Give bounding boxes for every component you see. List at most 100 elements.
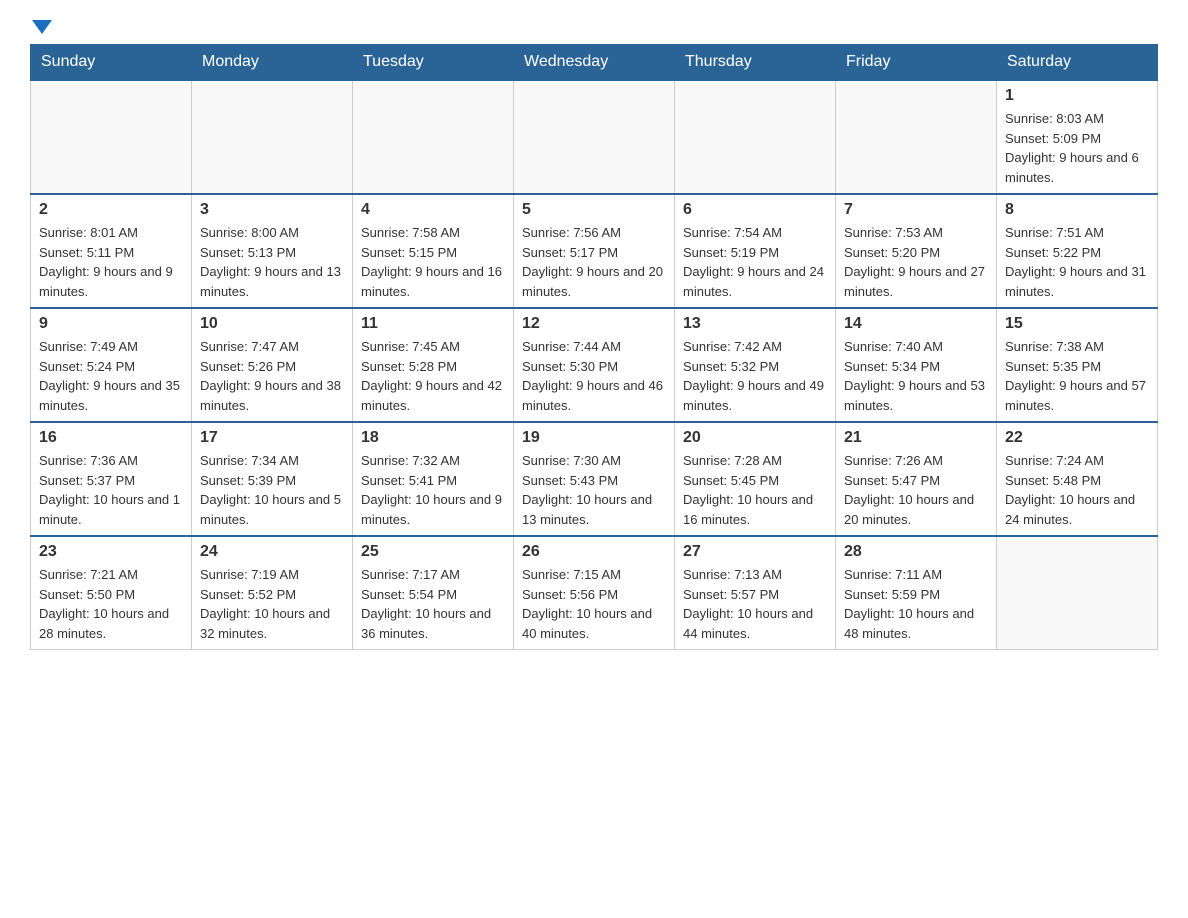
calendar-cell: 27 Sunrise: 7:13 AM Sunset: 5:57 PM Dayli…	[675, 536, 836, 650]
calendar-cell: 9 Sunrise: 7:49 AM Sunset: 5:24 PM Daylig…	[31, 308, 192, 422]
day-number: 18	[361, 429, 505, 447]
calendar-cell	[192, 80, 353, 194]
week-row-3: 9 Sunrise: 7:49 AM Sunset: 5:24 PM Daylig…	[31, 308, 1158, 422]
day-number: 6	[683, 201, 827, 219]
calendar-cell: 24 Sunrise: 7:19 AM Sunset: 5:52 PM Dayli…	[192, 536, 353, 650]
day-number: 11	[361, 315, 505, 333]
calendar-cell: 4 Sunrise: 7:58 AM Sunset: 5:15 PM Daylig…	[353, 194, 514, 308]
logo	[30, 20, 52, 34]
calendar-cell: 2Sunrise: 8:01 AM Sunset: 5:11 PM Daylig…	[31, 194, 192, 308]
day-info: Sunrise: 7:17 AM Sunset: 5:54 PM Dayligh…	[361, 565, 505, 643]
day-number: 12	[522, 315, 666, 333]
day-info: Sunrise: 7:36 AM Sunset: 5:37 PM Dayligh…	[39, 451, 183, 529]
day-info: Sunrise: 7:47 AM Sunset: 5:26 PM Dayligh…	[200, 337, 344, 415]
day-info: Sunrise: 7:49 AM Sunset: 5:24 PM Dayligh…	[39, 337, 183, 415]
calendar: SundayMondayTuesdayWednesdayThursdayFrid…	[30, 44, 1158, 650]
calendar-cell	[353, 80, 514, 194]
day-info: Sunrise: 7:13 AM Sunset: 5:57 PM Dayligh…	[683, 565, 827, 643]
day-info: Sunrise: 7:58 AM Sunset: 5:15 PM Dayligh…	[361, 223, 505, 301]
calendar-cell: 14 Sunrise: 7:40 AM Sunset: 5:34 PM Dayli…	[836, 308, 997, 422]
calendar-cell: 26 Sunrise: 7:15 AM Sunset: 5:56 PM Dayli…	[514, 536, 675, 650]
day-info: Sunrise: 8:01 AM Sunset: 5:11 PM Dayligh…	[39, 223, 183, 301]
day-number: 28	[844, 543, 988, 561]
day-info: Sunrise: 7:53 AM Sunset: 5:20 PM Dayligh…	[844, 223, 988, 301]
day-number: 22	[1005, 429, 1149, 447]
day-number: 3	[200, 201, 344, 219]
day-number: 10	[200, 315, 344, 333]
calendar-cell: 13Sunrise: 7:42 AM Sunset: 5:32 PM Dayli…	[675, 308, 836, 422]
day-number: 19	[522, 429, 666, 447]
day-info: Sunrise: 7:19 AM Sunset: 5:52 PM Dayligh…	[200, 565, 344, 643]
day-info: Sunrise: 8:03 AM Sunset: 5:09 PM Dayligh…	[1005, 109, 1149, 187]
calendar-cell: 21 Sunrise: 7:26 AM Sunset: 5:47 PM Dayli…	[836, 422, 997, 536]
day-info: Sunrise: 7:38 AM Sunset: 5:35 PM Dayligh…	[1005, 337, 1149, 415]
calendar-cell: 15 Sunrise: 7:38 AM Sunset: 5:35 PM Dayli…	[997, 308, 1158, 422]
weekday-header-monday: Monday	[192, 45, 353, 81]
calendar-cell	[31, 80, 192, 194]
day-number: 21	[844, 429, 988, 447]
day-number: 17	[200, 429, 344, 447]
day-info: Sunrise: 7:21 AM Sunset: 5:50 PM Dayligh…	[39, 565, 183, 643]
day-info: Sunrise: 7:51 AM Sunset: 5:22 PM Dayligh…	[1005, 223, 1149, 301]
day-number: 20	[683, 429, 827, 447]
calendar-cell: 22 Sunrise: 7:24 AM Sunset: 5:48 PM Dayli…	[997, 422, 1158, 536]
calendar-cell: 17 Sunrise: 7:34 AM Sunset: 5:39 PM Dayli…	[192, 422, 353, 536]
calendar-cell: 6 Sunrise: 7:54 AM Sunset: 5:19 PM Daylig…	[675, 194, 836, 308]
day-number: 25	[361, 543, 505, 561]
weekday-header-friday: Friday	[836, 45, 997, 81]
day-info: Sunrise: 7:11 AM Sunset: 5:59 PM Dayligh…	[844, 565, 988, 643]
calendar-cell: 11 Sunrise: 7:45 AM Sunset: 5:28 PM Dayli…	[353, 308, 514, 422]
calendar-cell	[675, 80, 836, 194]
calendar-cell: 8 Sunrise: 7:51 AM Sunset: 5:22 PM Daylig…	[997, 194, 1158, 308]
calendar-cell: 20 Sunrise: 7:28 AM Sunset: 5:45 PM Dayli…	[675, 422, 836, 536]
day-info: Sunrise: 7:45 AM Sunset: 5:28 PM Dayligh…	[361, 337, 505, 415]
day-info: Sunrise: 8:00 AM Sunset: 5:13 PM Dayligh…	[200, 223, 344, 301]
calendar-cell	[836, 80, 997, 194]
day-info: Sunrise: 7:30 AM Sunset: 5:43 PM Dayligh…	[522, 451, 666, 529]
day-number: 26	[522, 543, 666, 561]
weekday-header-sunday: Sunday	[31, 45, 192, 81]
day-number: 13	[683, 315, 827, 333]
day-number: 9	[39, 315, 183, 333]
day-number: 1	[1005, 87, 1149, 105]
day-info: Sunrise: 7:56 AM Sunset: 5:17 PM Dayligh…	[522, 223, 666, 301]
logo-triangle-icon	[32, 20, 52, 34]
day-info: Sunrise: 7:40 AM Sunset: 5:34 PM Dayligh…	[844, 337, 988, 415]
calendar-cell: 16 Sunrise: 7:36 AM Sunset: 5:37 PM Dayli…	[31, 422, 192, 536]
day-number: 4	[361, 201, 505, 219]
day-number: 14	[844, 315, 988, 333]
calendar-cell: 19 Sunrise: 7:30 AM Sunset: 5:43 PM Dayli…	[514, 422, 675, 536]
calendar-cell: 12 Sunrise: 7:44 AM Sunset: 5:30 PM Dayli…	[514, 308, 675, 422]
calendar-cell: 7 Sunrise: 7:53 AM Sunset: 5:20 PM Daylig…	[836, 194, 997, 308]
calendar-cell: 28 Sunrise: 7:11 AM Sunset: 5:59 PM Dayli…	[836, 536, 997, 650]
day-number: 16	[39, 429, 183, 447]
calendar-cell	[514, 80, 675, 194]
day-info: Sunrise: 7:26 AM Sunset: 5:47 PM Dayligh…	[844, 451, 988, 529]
weekday-header-wednesday: Wednesday	[514, 45, 675, 81]
day-info: Sunrise: 7:34 AM Sunset: 5:39 PM Dayligh…	[200, 451, 344, 529]
day-number: 7	[844, 201, 988, 219]
day-info: Sunrise: 7:54 AM Sunset: 5:19 PM Dayligh…	[683, 223, 827, 301]
calendar-cell: 18 Sunrise: 7:32 AM Sunset: 5:41 PM Dayli…	[353, 422, 514, 536]
day-info: Sunrise: 7:32 AM Sunset: 5:41 PM Dayligh…	[361, 451, 505, 529]
day-info: Sunrise: 7:15 AM Sunset: 5:56 PM Dayligh…	[522, 565, 666, 643]
calendar-cell: 10 Sunrise: 7:47 AM Sunset: 5:26 PM Dayli…	[192, 308, 353, 422]
calendar-cell: 25 Sunrise: 7:17 AM Sunset: 5:54 PM Dayli…	[353, 536, 514, 650]
week-row-5: 23 Sunrise: 7:21 AM Sunset: 5:50 PM Dayli…	[31, 536, 1158, 650]
week-row-2: 2Sunrise: 8:01 AM Sunset: 5:11 PM Daylig…	[31, 194, 1158, 308]
calendar-cell: 3 Sunrise: 8:00 AM Sunset: 5:13 PM Daylig…	[192, 194, 353, 308]
day-number: 27	[683, 543, 827, 561]
day-info: Sunrise: 7:24 AM Sunset: 5:48 PM Dayligh…	[1005, 451, 1149, 529]
header	[30, 20, 1158, 34]
day-info: Sunrise: 7:44 AM Sunset: 5:30 PM Dayligh…	[522, 337, 666, 415]
day-info: Sunrise: 7:28 AM Sunset: 5:45 PM Dayligh…	[683, 451, 827, 529]
calendar-cell	[997, 536, 1158, 650]
day-number: 24	[200, 543, 344, 561]
day-number: 8	[1005, 201, 1149, 219]
day-number: 23	[39, 543, 183, 561]
calendar-cell: 23 Sunrise: 7:21 AM Sunset: 5:50 PM Dayli…	[31, 536, 192, 650]
calendar-cell: 5Sunrise: 7:56 AM Sunset: 5:17 PM Daylig…	[514, 194, 675, 308]
weekday-header-saturday: Saturday	[997, 45, 1158, 81]
weekday-header-row: SundayMondayTuesdayWednesdayThursdayFrid…	[31, 45, 1158, 81]
day-number: 15	[1005, 315, 1149, 333]
